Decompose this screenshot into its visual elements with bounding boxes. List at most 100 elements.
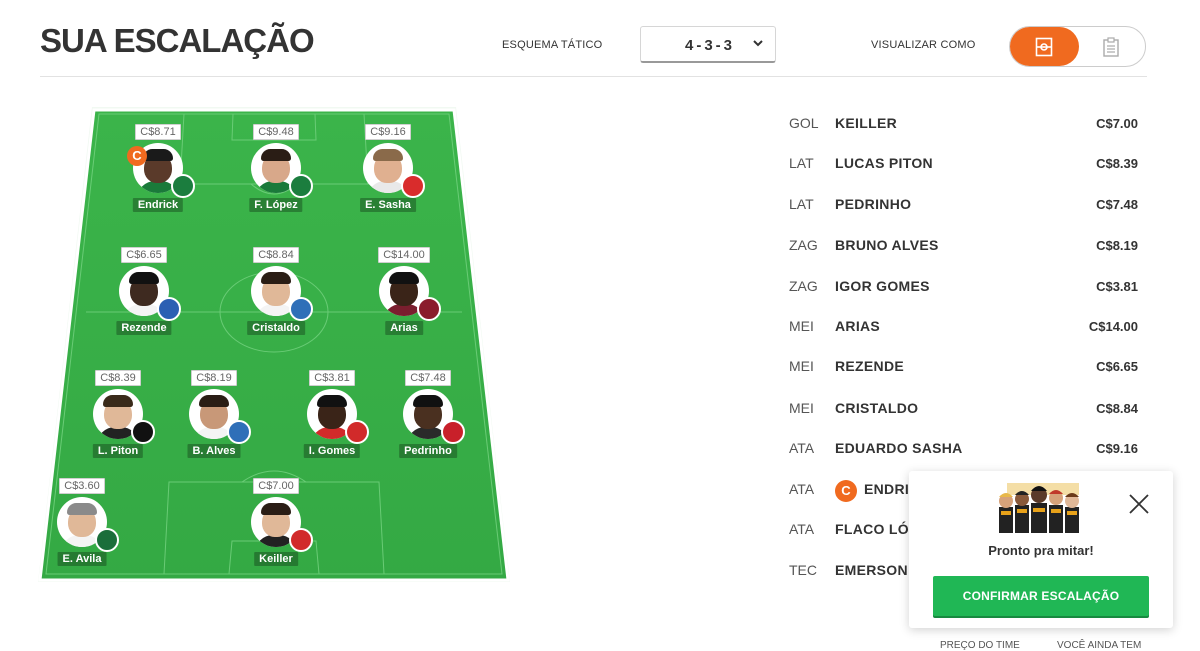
internacional-crest-icon [289,528,313,552]
player-card[interactable]: C$3.81 I. Gomes [287,368,377,458]
list-item[interactable]: MEI ARIAS C$14.00 [789,318,1139,338]
player-name: Cristaldo [247,321,305,335]
goias-crest-icon [95,528,119,552]
position-label: GOL [789,115,819,131]
player-name: PEDRINHO [835,196,912,212]
player-card[interactable]: C$6.65 Rezende [99,245,189,335]
view-toggle[interactable] [1009,26,1146,67]
player-name: ARIAS [835,318,881,334]
team-price-label: PREÇO DO TIME [940,640,1020,651]
player-name: IGOR GOMES [835,278,930,294]
player-price: C$8.71 [135,124,181,140]
player-price: C$3.81 [1096,279,1138,294]
player-name: F. López [249,198,303,212]
player-card[interactable]: C$8.19 B. Alves [169,368,259,458]
player-card[interactable]: C$9.48 F. López [231,122,321,212]
player-card[interactable]: C$7.48 Pedrinho [383,368,473,458]
bahia-crest-icon [157,297,181,321]
position-label: LAT [789,196,814,212]
player-card[interactable]: C$8.39 L. Piton [73,368,163,458]
player-price: C$8.19 [191,370,237,386]
close-icon[interactable] [1128,493,1150,515]
field: C$8.71 C Endrick C$9.48 F. López C$9.16 … [34,104,514,588]
position-label: ATA [789,521,815,537]
position-label: ZAG [789,278,818,294]
position-label: MEI [789,358,814,374]
position-label: ATA [789,481,815,497]
player-name: EDUARDO SASHA [835,440,963,456]
player-card[interactable]: C$8.71 C Endrick [113,122,203,212]
list-item[interactable]: GOL KEILLER C$7.00 [789,115,1139,135]
internacional-crest-icon [345,420,369,444]
fans-illustration-icon [999,483,1079,533]
player-price: C$9.16 [1096,441,1138,456]
field-view-button[interactable] [1010,27,1079,66]
athletico-crest-icon [441,420,465,444]
player-card[interactable]: C$7.00 Keiller [231,476,321,566]
player-price: C$6.65 [1096,359,1138,374]
remaining-label: VOCÊ AINDA TEM [1057,640,1142,651]
player-name: E. Sasha [360,198,416,212]
player-price: C$14.00 [378,247,430,263]
clipboard-icon [1103,37,1119,57]
list-item[interactable]: LAT PEDRINHO C$7.48 [789,196,1139,216]
player-price: C$7.00 [253,478,299,494]
list-item[interactable]: LAT LUCAS PITON C$8.39 [789,155,1139,175]
vasco-crest-icon [131,420,155,444]
fluminense-crest-icon [417,297,441,321]
formation-select[interactable]: 4-3-3 [640,26,776,63]
player-name: Endrick [132,198,184,212]
gremio-crest-icon [227,420,251,444]
position-label: MEI [789,318,814,334]
player-price: C$9.48 [253,124,299,140]
list-item[interactable]: MEI CRISTALDO C$8.84 [789,400,1139,420]
chevron-down-icon [753,40,763,47]
field-icon [1035,37,1053,57]
player-name: Keiller [254,552,298,566]
player-price: C$8.84 [253,247,299,263]
player-name: B. Alves [187,444,241,458]
player-name: FLACO LÓP [835,521,919,537]
player-name: KEILLER [835,115,897,131]
coach-card[interactable]: C$3.60 E. Avila [37,476,127,566]
view-label: VISUALIZAR COMO [871,39,976,51]
player-card[interactable]: C$8.84 Cristaldo [231,245,321,335]
palmeiras-crest-icon [289,174,313,198]
player-card[interactable]: C$9.16 E. Sasha [343,122,433,212]
player-price: C$3.60 [59,478,105,494]
player-name: Pedrinho [399,444,457,458]
confirm-popup: Pronto pra mitar! CONFIRMAR ESCALAÇÃO [909,471,1173,628]
player-price: C$7.00 [1096,116,1138,131]
popup-message: Pronto pra mitar! [988,543,1094,558]
player-price: C$3.81 [309,370,355,386]
player-price: C$7.48 [1096,197,1138,212]
player-price: C$8.39 [95,370,141,386]
list-item[interactable]: ZAG BRUNO ALVES C$8.19 [789,237,1139,257]
player-name: L. Piton [92,444,144,458]
captain-badge: C [127,146,147,166]
player-price: C$8.39 [1096,156,1138,171]
player-price: C$9.16 [365,124,411,140]
palmeiras-crest-icon [171,174,195,198]
player-name: E. Avila [57,552,107,566]
position-label: TEC [789,562,817,578]
player-price: C$7.48 [405,370,451,386]
player-name: BRUNO ALVES [835,237,939,253]
player-name: REZENDE [835,358,904,374]
confirm-lineup-button[interactable]: CONFIRMAR ESCALAÇÃO [933,576,1149,616]
list-item[interactable]: ATA EDUARDO SASHA C$9.16 [789,440,1139,460]
scheme-label: ESQUEMA TÁTICO [502,39,603,51]
player-name: I. Gomes [303,444,361,458]
list-item[interactable]: ZAG IGOR GOMES C$3.81 [789,278,1139,298]
captain-badge: C [835,480,857,502]
player-name: LUCAS PITON [835,155,933,171]
player-card[interactable]: C$14.00 Arias [359,245,449,335]
list-item[interactable]: MEI REZENDE C$6.65 [789,358,1139,378]
header-divider [40,76,1147,77]
player-name: Rezende [116,321,172,335]
player-name: CRISTALDO [835,400,919,416]
player-price: C$6.65 [121,247,167,263]
position-label: ATA [789,440,815,456]
formation-value: 4-3-3 [685,37,736,54]
bragantino-crest-icon [401,174,425,198]
